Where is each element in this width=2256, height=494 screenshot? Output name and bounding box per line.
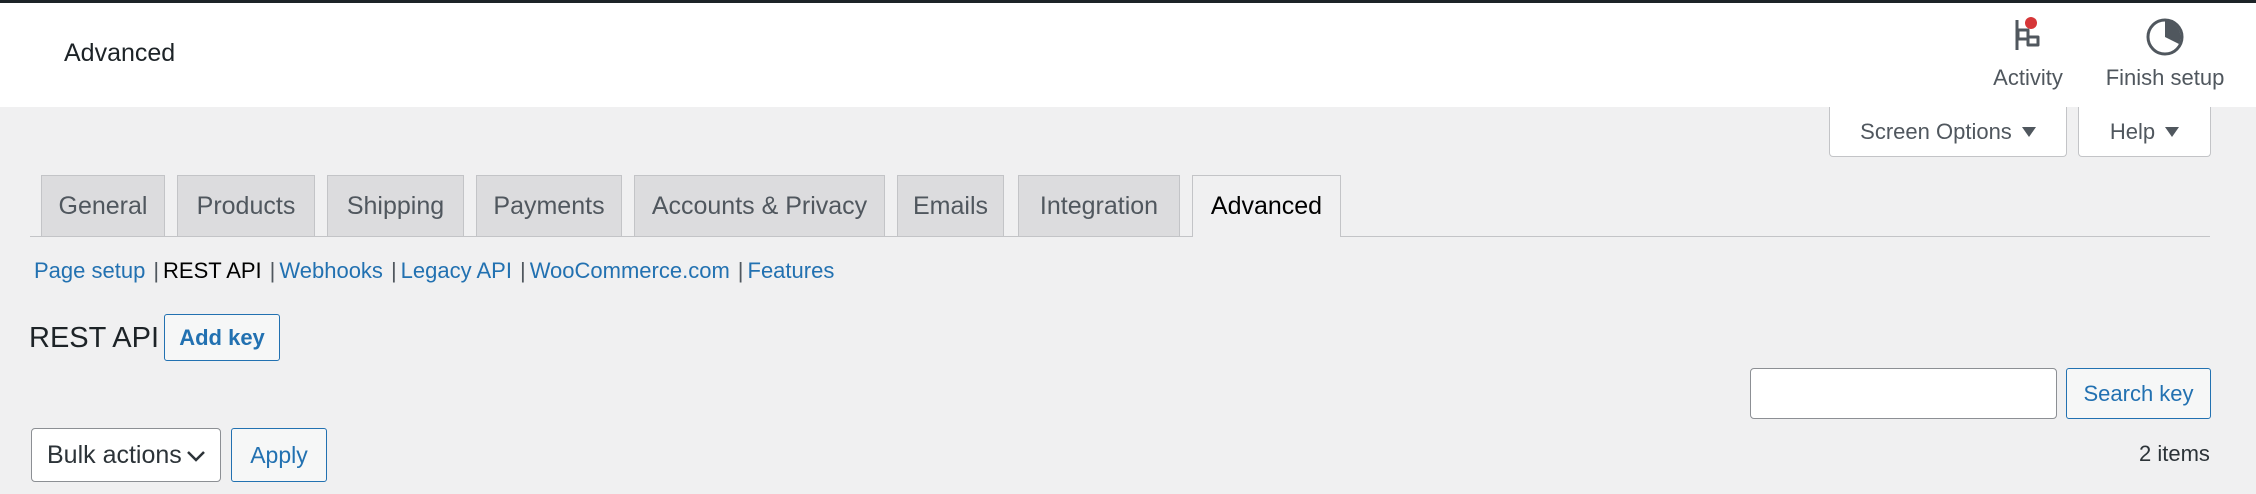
screen-options-label: Screen Options <box>1860 118 2012 144</box>
subnav-separator: | <box>737 258 744 283</box>
search-key-button[interactable]: Search key <box>2066 368 2211 419</box>
screen-options-button[interactable]: Screen Options <box>1829 107 2067 157</box>
subnav-separator: | <box>269 258 276 283</box>
subnav-rest-api[interactable]: REST API <box>163 258 262 283</box>
flag-icon <box>2015 17 2040 50</box>
subnav-page-setup[interactable]: Page setup <box>34 258 145 283</box>
subnav-legacy-api[interactable]: Legacy API <box>401 258 512 283</box>
tab-payments[interactable]: Payments <box>476 175 622 236</box>
header-bar: Advanced Activity Finish setup <box>0 3 2256 107</box>
triangle-down-icon <box>2021 126 2036 137</box>
finish-setup-label: Finish setup <box>2105 65 2225 90</box>
tab-integration[interactable]: Integration <box>1018 175 1180 236</box>
activity-button[interactable]: Activity <box>1980 17 2076 97</box>
subnav-webhooks[interactable]: Webhooks <box>279 258 383 283</box>
triangle-down-icon <box>2165 126 2180 137</box>
subnav-separator: | <box>153 258 160 283</box>
help-label: Help <box>2109 118 2156 144</box>
bulk-actions-select[interactable]: Bulk actions <box>31 428 221 482</box>
section-heading: REST API <box>29 322 160 354</box>
finish-setup-button[interactable]: Finish setup <box>2100 17 2230 97</box>
chevron-down-icon <box>187 451 205 462</box>
page-title: Advanced <box>64 39 176 67</box>
tab-products[interactable]: Products <box>177 175 315 236</box>
apply-button[interactable]: Apply <box>231 428 327 482</box>
activity-label: Activity <box>1993 65 2063 90</box>
subsection-nav: Page setup | REST API | Webhooks | Legacy API |… <box>34 258 834 284</box>
tab-general[interactable]: General <box>41 175 165 236</box>
tab-emails[interactable]: Emails <box>897 175 1004 236</box>
tab-shipping[interactable]: Shipping <box>327 175 464 236</box>
tab-advanced[interactable]: Advanced <box>1192 175 1341 237</box>
subnav-separator: | <box>519 258 526 283</box>
tabs-divider <box>30 236 2210 237</box>
bulk-actions-label: Bulk actions <box>47 440 182 469</box>
help-button[interactable]: Help <box>2078 107 2211 157</box>
subnav-separator: | <box>390 258 397 283</box>
progress-circle-icon <box>2146 18 2184 56</box>
items-count: 2 items <box>2139 441 2210 466</box>
subnav-features[interactable]: Features <box>748 258 835 283</box>
tab-accounts-privacy[interactable]: Accounts & Privacy <box>634 175 885 236</box>
search-input[interactable] <box>1750 368 2057 419</box>
subnav-woocommerce-com[interactable]: WooCommerce.com <box>530 258 730 283</box>
add-key-button[interactable]: Add key <box>164 314 280 361</box>
notification-dot <box>2025 17 2037 29</box>
